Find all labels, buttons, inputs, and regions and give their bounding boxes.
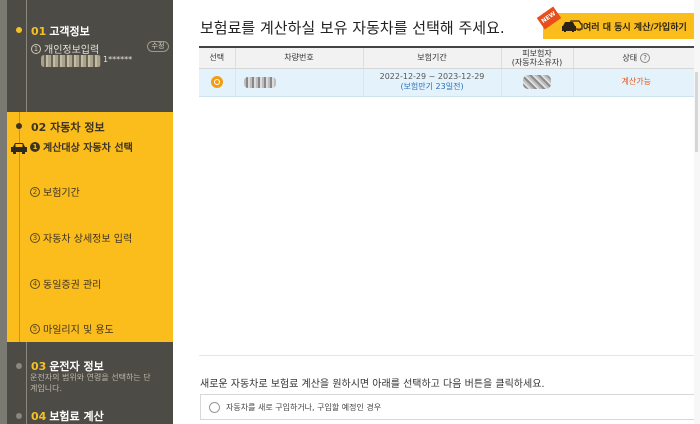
- step-number-icon: 2: [30, 186, 40, 197]
- masked-customer-name: [41, 55, 101, 67]
- step1-dot: [16, 27, 22, 33]
- new-car-radio[interactable]: [209, 401, 220, 413]
- left-edge-strip: [0, 0, 7, 424]
- cars-icon: [562, 20, 583, 32]
- step1-sub-item[interactable]: 1 개인정보입력: [31, 41, 99, 56]
- status-cell: 계산가능: [572, 68, 699, 97]
- step2-dot: [16, 123, 22, 129]
- step2-title[interactable]: 02 자동차 정보: [31, 119, 105, 135]
- select-cell[interactable]: [199, 68, 235, 97]
- new-car-notice: 새로운 자동차로 보험료 계산을 원하시면 아래를 선택하고 다음 버튼을 클릭…: [200, 379, 545, 390]
- header-plate: 차량번호: [234, 46, 363, 69]
- step2-item-5[interactable]: 5 마일리지 및 용도: [30, 321, 114, 336]
- scrollbar-thumb[interactable]: [695, 72, 698, 152]
- step-number-icon: 1: [30, 141, 40, 152]
- header-period: 보험기간: [362, 46, 501, 69]
- new-car-option[interactable]: 자동차를 새로 구입하거나, 구입할 예정인 경우: [200, 394, 699, 420]
- vehicle-radio-selected[interactable]: [210, 76, 223, 88]
- header-insured: 피보험자 (자동차소유자): [500, 46, 573, 69]
- step4-dot: [16, 413, 22, 419]
- header-status: 상태?: [572, 46, 699, 69]
- step2-item-3[interactable]: 3 자동차 상세정보 입력: [30, 230, 132, 245]
- page-title: 보험료를 계산하실 보유 자동차를 선택해 주세요.: [200, 19, 505, 37]
- masked-owner-name: [523, 75, 551, 89]
- table-row[interactable]: 2022-12-29 ~ 2023-12-29 (보험만기 23일전) 계산가능: [199, 68, 699, 97]
- step2-item-2[interactable]: 2 보험기간: [30, 184, 80, 199]
- new-badge: NEW: [536, 6, 562, 30]
- edit-customer-button[interactable]: 수정: [147, 41, 169, 52]
- period-cell: 2022-12-29 ~ 2023-12-29 (보험만기 23일전): [362, 68, 501, 97]
- main-content: 보험료를 계산하실 보유 자동차를 선택해 주세요. NEW 여러 대 동시 계…: [173, 0, 700, 424]
- step-number-icon: 3: [30, 232, 40, 243]
- scrollbar-track[interactable]: [694, 0, 700, 424]
- help-icon[interactable]: ?: [640, 52, 651, 63]
- status-badge: 계산가능: [621, 77, 651, 86]
- masked-id-suffix: 1******: [103, 55, 133, 64]
- header-select: 선택: [199, 46, 235, 69]
- timeline-line: [26, 342, 27, 424]
- car-icon: [11, 143, 27, 154]
- active-step-panel: 02 자동차 정보 1 계산대상 자동차 선택 2 보험기간 3 자동차 상세정…: [7, 112, 173, 342]
- vehicle-table: 선택 차량번호 보험기간 피보험자 (자동차소유자) 상태? 2022-12-29…: [199, 46, 699, 97]
- step3-description: 운전자의 범위와 연령을 선택하는 단계입니다.: [30, 373, 151, 393]
- step2-item-1[interactable]: 1 계산대상 자동차 선택: [30, 139, 133, 154]
- step-number-icon: 4: [30, 278, 40, 289]
- step-number-icon: 5: [30, 323, 40, 334]
- step3-dot: [16, 363, 22, 369]
- step4-title[interactable]: 04 보험료 계산: [31, 408, 104, 424]
- step1-title[interactable]: 01 고객정보: [31, 23, 90, 39]
- step2-item-4[interactable]: 4 동일증권 관리: [30, 276, 101, 291]
- masked-plate-number: [243, 76, 276, 88]
- step-number-icon: 1: [31, 43, 41, 54]
- multi-car-calc-button[interactable]: NEW 여러 대 동시 계산/가입하기: [536, 6, 700, 39]
- plate-cell: [234, 68, 363, 97]
- timeline-line: [26, 0, 27, 112]
- divider: [199, 355, 699, 356]
- insured-cell: [500, 68, 573, 97]
- table-header-row: 선택 차량번호 보험기간 피보험자 (자동차소유자) 상태?: [199, 46, 699, 69]
